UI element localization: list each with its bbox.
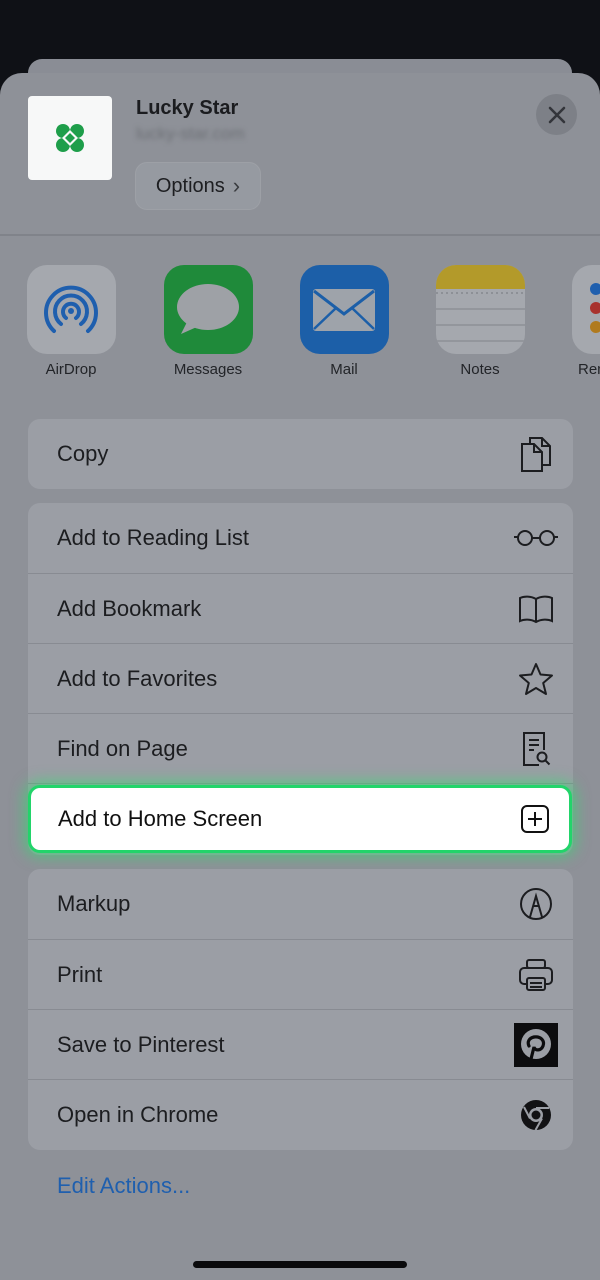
reminders-icon — [571, 265, 600, 354]
header-divider — [0, 234, 600, 236]
action-copy[interactable]: Copy — [28, 419, 573, 489]
app-label: Reminders — [578, 361, 600, 378]
action-add-bookmark[interactable]: Add Bookmark — [28, 573, 573, 643]
close-button[interactable] — [536, 94, 577, 135]
action-label: Save to Pinterest — [57, 1031, 225, 1057]
action-label: Markup — [57, 891, 131, 916]
edit-actions-link[interactable]: Edit Actions... — [57, 1173, 190, 1199]
app-label: AirDrop — [45, 361, 97, 378]
action-add-to-favorites[interactable]: Add to Favorites — [28, 643, 573, 713]
star-icon — [513, 656, 559, 702]
close-icon — [548, 106, 565, 123]
app-mail[interactable]: Mail — [294, 265, 394, 378]
clover-logo-icon — [56, 124, 84, 152]
action-label: Open in Chrome — [57, 1101, 219, 1127]
action-open-in-chrome[interactable]: Open in Chrome — [28, 1079, 573, 1149]
copy-icon — [513, 431, 559, 477]
mail-icon — [299, 265, 389, 354]
home-indicator — [193, 1261, 407, 1268]
printer-icon — [513, 952, 559, 998]
action-label: Add to Home Screen — [58, 806, 263, 831]
action-label: Add to Reading List — [57, 525, 250, 550]
action-label: Add Bookmark — [57, 595, 202, 621]
action-find-on-page[interactable]: Find on Page — [28, 713, 573, 783]
chrome-icon — [513, 1092, 559, 1138]
find-icon — [513, 726, 559, 772]
plus-square-icon — [512, 796, 558, 842]
glasses-icon — [513, 515, 559, 561]
app-label: Mail — [330, 361, 358, 378]
markup-icon — [513, 881, 559, 927]
site-thumbnail — [28, 96, 112, 180]
app-messages[interactable]: Messages — [158, 265, 258, 378]
options-button[interactable]: Options › — [135, 162, 261, 210]
action-group-3: Markup Print Save to Pinterest Open in C… — [28, 869, 573, 1150]
app-airdrop[interactable]: AirDrop — [21, 265, 121, 378]
action-label: Add to Favorites — [57, 665, 218, 691]
action-label: Find on Page — [57, 735, 188, 761]
app-reminders[interactable]: Reminders — [566, 265, 600, 378]
action-add-to-reading-list[interactable]: Add to Reading List — [28, 503, 573, 573]
messages-icon — [163, 265, 253, 354]
app-label: Messages — [173, 361, 243, 378]
airdrop-icon — [26, 265, 116, 354]
action-markup[interactable]: Markup — [28, 869, 573, 939]
chevron-right-icon: › — [232, 173, 241, 198]
notes-icon — [435, 265, 525, 354]
action-add-to-home-screen[interactable]: Add to Home Screen — [28, 785, 572, 853]
action-label: Copy — [57, 441, 109, 466]
pinterest-icon — [513, 1022, 559, 1068]
options-label: Options — [155, 174, 225, 197]
action-group-1: Copy — [28, 419, 573, 489]
page-title: Lucky Star — [136, 97, 239, 119]
action-label: Print — [57, 961, 103, 987]
share-sheet: Lucky Star lucky-star.com Options › AirD… — [0, 73, 600, 1280]
book-icon — [513, 586, 559, 632]
app-label: Notes — [460, 361, 500, 378]
page-url: lucky-star.com — [136, 124, 245, 143]
app-notes[interactable]: Notes — [430, 265, 530, 378]
action-save-to-pinterest[interactable]: Save to Pinterest — [28, 1009, 573, 1079]
action-print[interactable]: Print — [28, 939, 573, 1009]
